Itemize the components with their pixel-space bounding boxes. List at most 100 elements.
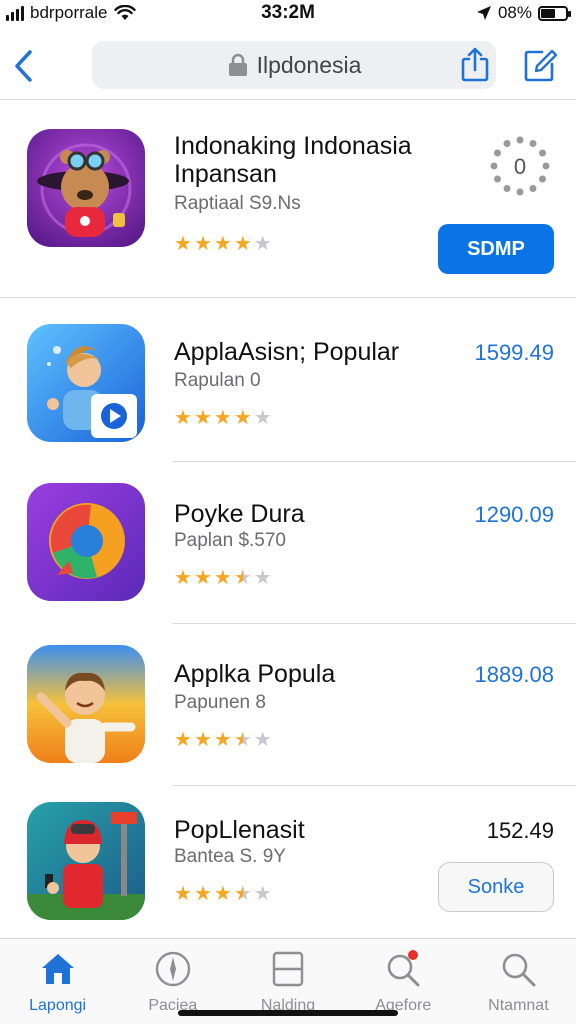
app-icon[interactable] [27, 645, 145, 763]
app-rating-stars: ★ ★ ★ ★ ★ [174, 568, 272, 588]
app-subtitle: Rapulan 0 [174, 370, 261, 391]
chevron-left-icon [15, 50, 32, 82]
star-icon: ★ [193, 407, 212, 429]
app-title: ApplaAsisn; Popular [174, 338, 400, 366]
row-divider [172, 623, 576, 624]
loading-spinner-icon: 0 [490, 136, 550, 196]
star-icon: ★ [253, 233, 272, 255]
lock-icon [228, 53, 247, 76]
square-icon [272, 951, 304, 987]
featured-get-button[interactable]: SDMP [438, 224, 554, 274]
star-icon: ★ [174, 729, 192, 751]
status-right: 08% [476, 3, 571, 23]
loader-dot [503, 185, 511, 193]
loader-dot [539, 175, 547, 183]
loader-dot [529, 185, 537, 193]
featured-rating-stars: ★ ★ ★ ★ ★ [174, 234, 272, 254]
app-rating-stars: ★ ★ ★ ★ ★ [174, 730, 272, 750]
featured-app-card[interactable]: Indonaking Indonasia Inpansan Raptiaal S… [0, 102, 576, 298]
star-icon: ★ [213, 407, 232, 429]
compose-icon [524, 49, 558, 82]
star-icon: ★ [233, 729, 252, 751]
loader-dot [516, 136, 524, 144]
app-subtitle: Papunen 8 [174, 692, 266, 713]
home-indicator [178, 1010, 398, 1016]
loader-dot [539, 149, 547, 157]
loader-dot [503, 139, 511, 147]
address-text: Ilpdonesia [256, 51, 362, 78]
app-price[interactable]: 1889.08 [474, 662, 554, 688]
helmet-man-icon [27, 802, 145, 920]
app-price[interactable]: 152.49 [487, 818, 554, 844]
tab-label: Lapongi [29, 997, 87, 1014]
app-icon[interactable] [27, 802, 145, 920]
app-price[interactable]: 1599.49 [474, 340, 554, 366]
address-search-field[interactable]: Ilpdonesia [92, 41, 496, 89]
loader-dot [516, 188, 524, 196]
star-icon: ★ [253, 407, 272, 429]
compass-icon [155, 951, 190, 987]
home-icon [41, 954, 74, 984]
star-icon: ★ [253, 883, 272, 905]
star-icon: ★ [233, 567, 252, 589]
waving-boy-icon [27, 645, 145, 763]
list-item[interactable]: PopLlenasit Bantea S. 9Y ★ ★ ★ ★ ★ 152.49 So… [0, 786, 576, 938]
app-icon[interactable] [27, 483, 145, 601]
loader-dot [493, 175, 501, 183]
app-rating-stars: ★ ★ ★ ★ ★ [174, 408, 272, 428]
star-icon: ★ [174, 233, 192, 255]
compose-button[interactable] [522, 46, 558, 84]
loader-label: 0 [514, 154, 526, 179]
battery-icon [538, 5, 571, 21]
star-icon: ★ [213, 729, 232, 751]
star-icon: ★ [233, 883, 252, 905]
app-title: Applka Popula [174, 660, 336, 688]
list-item[interactable]: ApplaAsisn; Popular Rapulan 0 ★ ★ ★ ★ ★ 1599… [0, 302, 576, 462]
share-button[interactable] [458, 46, 492, 84]
search-icon [503, 953, 536, 987]
back-button[interactable] [8, 46, 38, 86]
star-icon: ★ [213, 883, 232, 905]
star-icon: ★ [193, 729, 212, 751]
tab-search[interactable]: Ntamnat [461, 939, 576, 1024]
share-icon [461, 47, 489, 82]
app-title: Poyke Dura [174, 500, 305, 528]
featured-app-icon[interactable] [27, 129, 145, 247]
star-icon: ★ [253, 729, 272, 751]
star-icon: ★ [233, 233, 252, 255]
battery-percent: 08% [497, 3, 532, 22]
star-icon: ★ [193, 883, 212, 905]
loader-dot [542, 162, 550, 170]
app-rating-stars: ★ ★ ★ ★ ★ [174, 884, 272, 904]
app-icon[interactable] [27, 324, 145, 442]
status-bar: bdrporrale 33:2M 08% [0, 0, 576, 30]
star-icon: ★ [213, 567, 232, 589]
list-item[interactable]: Poyke Dura Paplan $.570 ★ ★ ★ ★ ★ 1290.09 [0, 464, 576, 624]
bear-mascot-icon [27, 129, 145, 247]
star-icon: ★ [174, 407, 192, 429]
app-subtitle: Paplan $.570 [174, 530, 286, 551]
featured-subtitle: Raptiaal S9.Ns [174, 193, 301, 214]
featured-title-line2: Inpansan [174, 160, 277, 188]
featured-title-line1: Indonaking Indonasia [174, 132, 412, 160]
tab-home[interactable]: Lapongi [0, 939, 115, 1024]
loader-dot [490, 162, 498, 170]
nav-bar: Ilpdonesia [0, 34, 576, 100]
loader-dot [493, 149, 501, 157]
row-divider [172, 461, 576, 462]
app-subtitle: Bantea S. 9Y [174, 846, 286, 867]
swirl-logo-icon [27, 483, 145, 601]
star-icon: ★ [233, 407, 252, 429]
tab-label: Ntamnat [488, 997, 549, 1014]
app-title: PopLlenasit [174, 816, 305, 844]
loader-dot [529, 139, 537, 147]
star-icon: ★ [213, 233, 232, 255]
star-icon: ★ [174, 567, 192, 589]
list-item[interactable]: Applka Popula Papunen 8 ★ ★ ★ ★ ★ 1889.08 [0, 626, 576, 786]
star-icon: ★ [253, 567, 272, 589]
app-action-button[interactable]: Sonke [438, 862, 554, 912]
star-icon: ★ [193, 567, 212, 589]
app-price[interactable]: 1290.09 [474, 502, 554, 528]
boy-play-icon [27, 324, 145, 442]
search-badge-icon [387, 950, 420, 987]
